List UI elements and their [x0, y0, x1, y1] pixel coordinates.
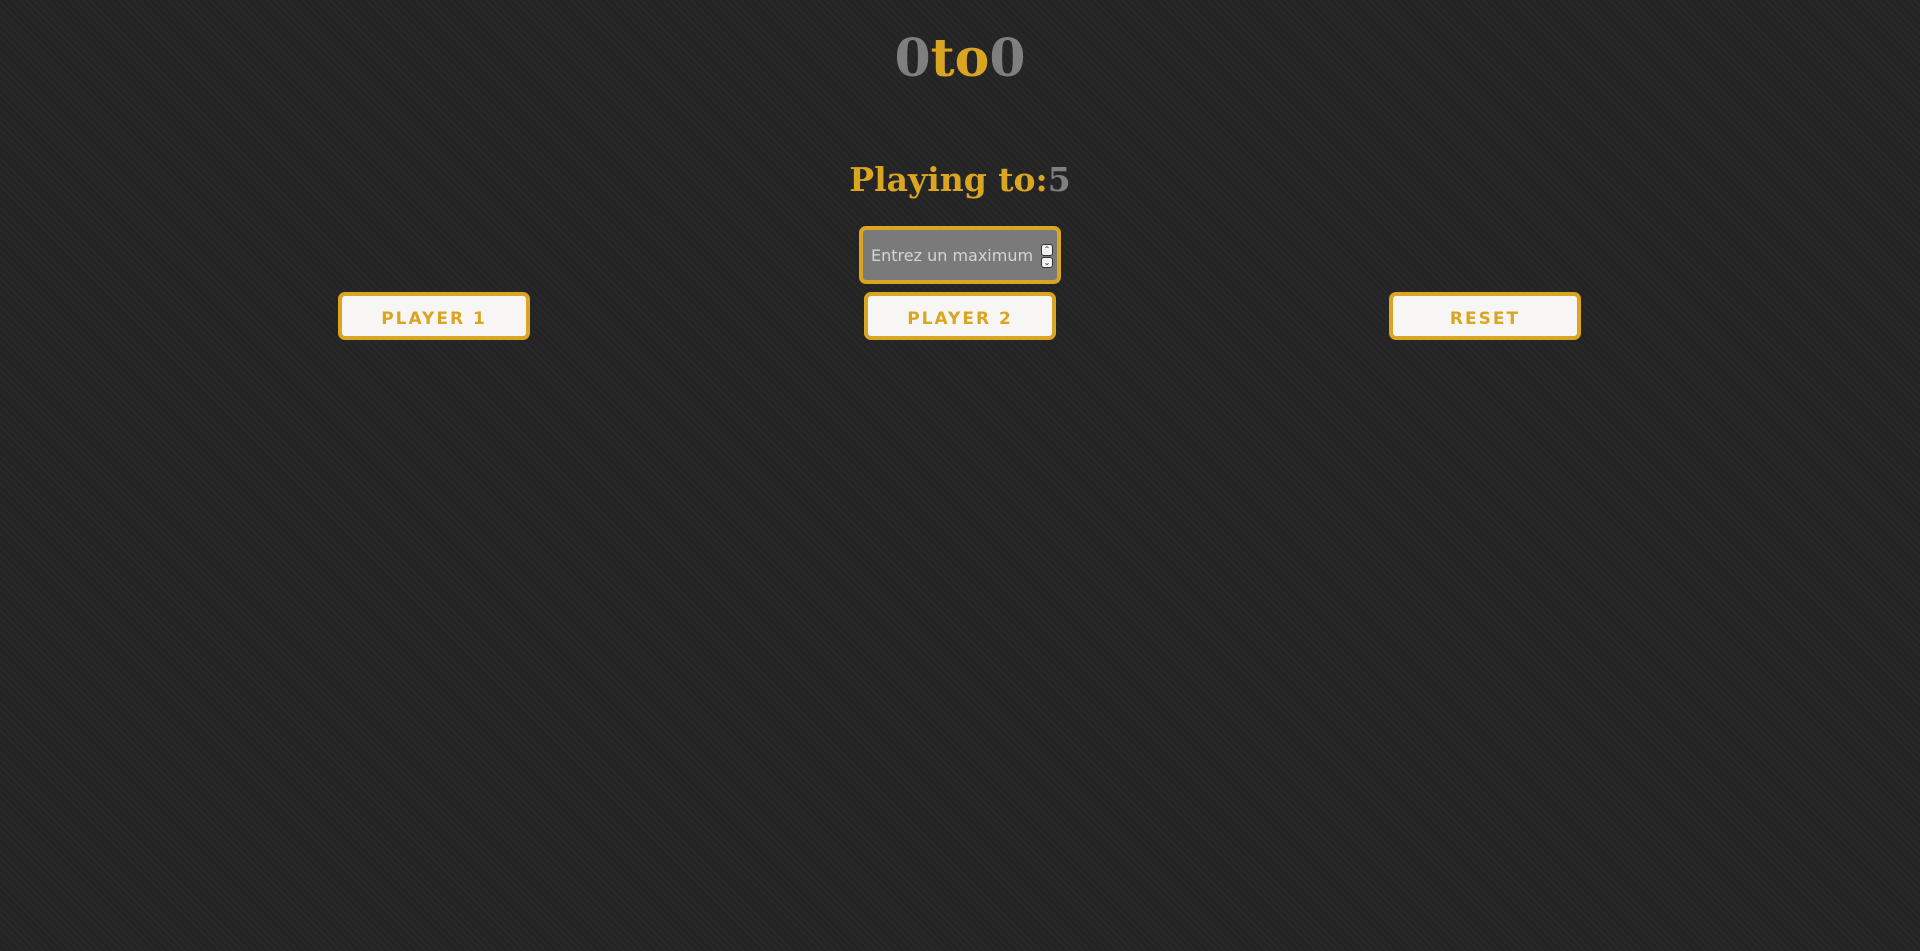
spinner-down-icon[interactable]: ⌄	[1041, 256, 1053, 268]
scoreboard-title: 0to0	[0, 26, 1920, 92]
player1-button[interactable]: Player 1	[338, 292, 530, 340]
reset-button[interactable]: Reset	[1389, 292, 1581, 340]
max-score-value: 5	[1047, 160, 1071, 199]
max-score-input[interactable]	[867, 230, 1035, 280]
playing-to-heading: Playing to:5	[0, 158, 1920, 202]
spinner-up-icon[interactable]: ⌃	[1041, 244, 1053, 256]
max-score-field[interactable]: ⌃ ⌄	[859, 226, 1061, 284]
player1-score: 0	[894, 28, 931, 89]
player2-score: 0	[989, 28, 1026, 89]
score-separator: to	[930, 28, 990, 89]
number-spinner[interactable]: ⌃ ⌄	[1041, 244, 1053, 268]
player2-button[interactable]: Player 2	[864, 292, 1056, 340]
playing-to-label: Playing to:	[849, 160, 1048, 199]
